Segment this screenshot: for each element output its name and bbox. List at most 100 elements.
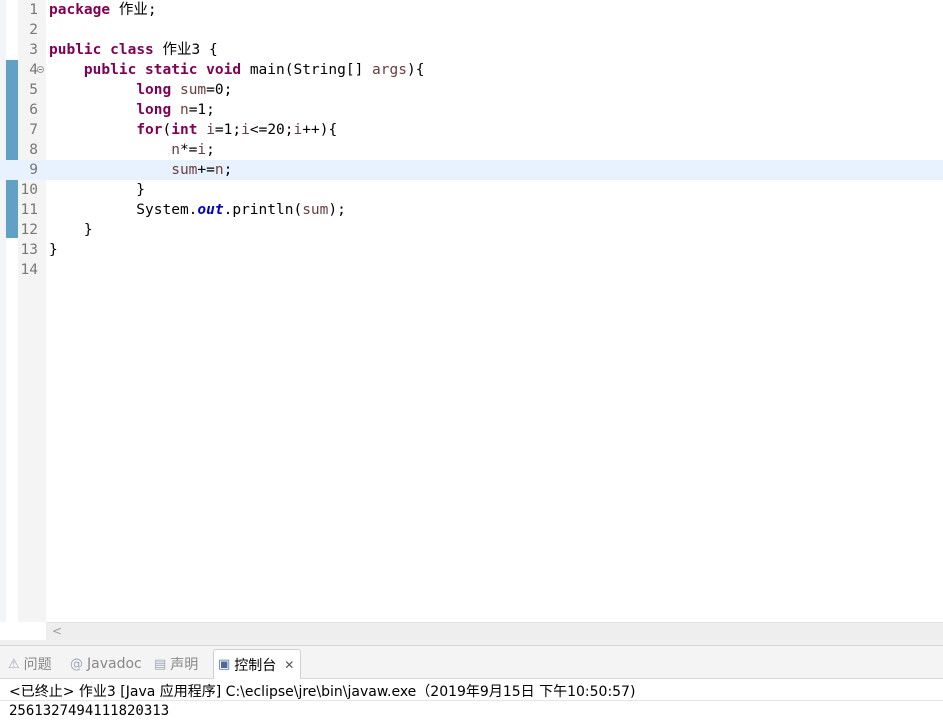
javadoc-icon: @ <box>70 656 83 672</box>
tab-declaration[interactable]: ▤ 声明 <box>154 651 198 677</box>
code-line[interactable]: 2 <box>0 20 943 40</box>
code-token: ++){ <box>302 122 338 138</box>
code-token: <=20; <box>249 122 294 138</box>
line-number: 8 <box>29 142 38 158</box>
line-number: 2 <box>29 22 38 38</box>
line-number: 3 <box>29 42 38 58</box>
code-text: sum+=n; <box>49 160 232 180</box>
code-token: ( <box>162 122 172 138</box>
code-token: ; <box>147 2 157 18</box>
code-token: long <box>136 102 172 118</box>
code-token: ; <box>223 162 233 178</box>
code-token: sum <box>302 202 329 218</box>
tab-console[interactable]: ▣ 控制台 ✕ <box>213 649 302 679</box>
code-token: } <box>49 222 93 238</box>
code-line[interactable]: 6 long n=1; <box>0 100 943 120</box>
code-line[interactable]: 5 long sum=0; <box>0 80 943 100</box>
code-line[interactable]: 8 n*=i; <box>0 140 943 160</box>
code-line[interactable]: 3 public class 作业3 { <box>0 40 943 60</box>
declaration-icon: ▤ <box>154 656 167 672</box>
line-number: 4 <box>29 62 38 78</box>
code-line[interactable]: 4 public static void main(String[] args)… <box>0 60 943 80</box>
console-output[interactable]: 2561327494111820313 <box>9 703 169 719</box>
code-token: main(String[] <box>241 62 373 78</box>
code-token: class <box>110 42 154 58</box>
code-line[interactable]: 13} <box>0 240 943 260</box>
code-token: long <box>136 82 172 98</box>
code-text: for(int i=1;i<=20;i++){ <box>49 120 337 140</box>
code-text: public static void main(String[] args){ <box>49 60 425 80</box>
console-icon: ▣ <box>218 657 231 672</box>
code-token: void <box>206 62 242 78</box>
line-number: 13 <box>20 242 38 258</box>
line-number: 5 <box>29 82 38 98</box>
line-number: 10 <box>20 182 38 198</box>
scroll-left-icon[interactable]: < <box>50 624 64 639</box>
problems-icon: ⚠ <box>8 656 20 672</box>
code-line[interactable]: 9 sum+=n; <box>0 160 943 180</box>
code-token: =1; <box>188 102 215 118</box>
code-token: public <box>49 42 102 58</box>
code-token: public <box>83 62 137 78</box>
code-token: System. <box>49 202 198 218</box>
code-token: for <box>136 122 163 138</box>
code-token: ); <box>328 202 346 218</box>
code-token: sum <box>171 162 198 178</box>
code-text: public class 作业3 { <box>49 40 218 60</box>
code-text: } <box>49 240 58 260</box>
code-token: out <box>197 202 224 218</box>
code-token: } <box>49 242 58 258</box>
close-icon[interactable]: ✕ <box>284 658 294 672</box>
code-token: sum <box>179 82 207 98</box>
eclipse-window: 1 package 作业; 2 3 public class 作业3 {4 public… <box>0 0 943 723</box>
code-token: n <box>214 162 224 178</box>
code-token: i <box>197 142 207 158</box>
code-token: i <box>241 122 250 138</box>
line-number: 7 <box>29 122 38 138</box>
code-text: long n=1; <box>49 100 215 120</box>
line-number: 9 <box>29 162 38 178</box>
tab-problems[interactable]: ⚠ 问题 <box>8 651 52 677</box>
code-line[interactable]: 14 <box>0 260 943 280</box>
code-text: long sum=0; <box>49 80 232 100</box>
code-text: System.out.println(sum); <box>49 200 346 220</box>
code-token: *= <box>179 142 198 158</box>
console-process-label: <已终止> 作业3 [Java 应用程序] C:\eclipse\jre\bin… <box>9 684 636 700</box>
code-line[interactable]: 1 package 作业; <box>0 0 943 20</box>
code-token: ; <box>206 142 215 158</box>
code-line[interactable]: 11 System.out.println(sum); <box>0 200 943 220</box>
code-line[interactable]: 7 for(int i=1;i<=20;i++){ <box>0 120 943 140</box>
code-token: += <box>197 162 215 178</box>
code-token: } <box>49 182 146 198</box>
code-token: package <box>49 2 111 18</box>
code-token: args <box>372 62 407 78</box>
code-text: } <box>49 180 145 200</box>
code-token: i <box>293 122 303 138</box>
code-editor[interactable]: 1 package 作业; 2 3 public class 作业3 {4 public… <box>0 0 943 622</box>
code-text: } <box>49 220 93 240</box>
code-token: 作业 <box>118 2 148 18</box>
tab-javadoc[interactable]: @ Javadoc <box>70 651 142 677</box>
code-token: ){ <box>406 62 425 78</box>
tab-label: 声明 <box>170 657 199 673</box>
bottom-view-panel: ⚠ 问题 @ Javadoc ▤ 声明 ▣ 控制台 ✕ <已终止> 作业3 [Java 应用程序… <box>0 646 943 723</box>
view-tab-bar: ⚠ 问题 @ Javadoc ▤ 声明 ▣ 控制台 ✕ <box>0 646 943 679</box>
code-text: package 作业; <box>49 0 157 20</box>
code-token: 作业 <box>162 42 192 58</box>
code-line[interactable]: 10 } <box>0 180 943 200</box>
code-line[interactable]: 12 } <box>0 220 943 240</box>
editor-horizontal-scrollbar[interactable]: < <box>46 622 943 640</box>
code-token: int <box>171 122 198 138</box>
tab-label: Javadoc <box>87 656 142 672</box>
tab-label: 问题 <box>23 657 52 673</box>
collapse-fold-icon[interactable] <box>37 66 44 73</box>
